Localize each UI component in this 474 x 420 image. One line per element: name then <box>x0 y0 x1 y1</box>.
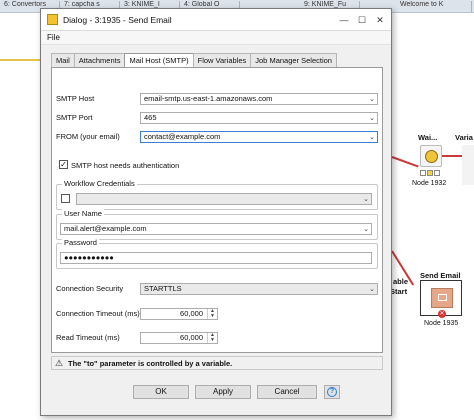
chevron-down-icon[interactable]: ⌄ <box>369 285 375 295</box>
chevron-down-icon[interactable]: ⌄ <box>369 133 375 142</box>
send-email-dialog: Dialog - 3:1935 - Send Email — ☐ ✕ File … <box>40 8 392 416</box>
connection-timeout-label: Connection Timeout (ms) <box>56 309 140 318</box>
wait-node[interactable] <box>420 145 442 167</box>
tab-flow-variables[interactable]: Flow Variables <box>192 53 252 67</box>
variable-node-partial[interactable] <box>462 145 474 185</box>
smtp-port-value: 465 <box>144 113 157 122</box>
maximize-icon[interactable]: ☐ <box>353 12 371 28</box>
help-button[interactable]: ? <box>324 385 340 399</box>
editor-tab[interactable]: Welcome to K <box>398 1 472 12</box>
error-icon: ✕ <box>438 310 446 318</box>
from-email-value: contact@example.com <box>144 132 221 141</box>
user-name-title: User Name <box>62 209 104 218</box>
node-title: Send Email <box>420 271 461 280</box>
connection-security-label: Connection Security <box>56 284 124 293</box>
chevron-down-icon: ⌄ <box>363 196 369 203</box>
connection-timeout-value: 60,000 <box>180 309 203 318</box>
minimize-icon[interactable]: — <box>335 12 353 28</box>
apply-button[interactable]: Apply <box>195 385 251 399</box>
smtp-auth-checkbox[interactable]: ✓ <box>59 160 68 169</box>
tab-job-manager-selection[interactable]: Job Manager Selection <box>250 53 337 67</box>
cancel-button[interactable]: Cancel <box>257 385 317 399</box>
node-title: Varia <box>455 133 473 142</box>
workflow-credentials-title: Workflow Credentials <box>62 179 137 188</box>
chevron-down-icon[interactable]: ⌄ <box>369 114 375 123</box>
workflow-credentials-checkbox[interactable] <box>61 194 70 203</box>
knime-app-icon <box>47 14 58 25</box>
user-name-input[interactable]: mail.alert@example.com ⌄ <box>60 223 372 235</box>
tab-mail[interactable]: Mail <box>51 53 75 67</box>
clock-icon <box>425 150 438 163</box>
read-timeout-spinner[interactable]: 60,000 ▲ ▼ <box>140 332 218 344</box>
connection-line <box>0 59 40 61</box>
password-input[interactable]: ●●●●●●●●●●● <box>60 252 372 264</box>
close-icon[interactable]: ✕ <box>371 12 389 28</box>
smtp-auth-label: SMTP host needs authentication <box>71 161 180 170</box>
dialog-tabs: Mail Attachments Mail Host (SMTP) Flow V… <box>51 53 337 68</box>
smtp-settings-panel: SMTP Host email-smtp.us-east-1.amazonaws… <box>51 67 383 353</box>
warning-text: The "to" parameter is controlled by a va… <box>68 359 233 368</box>
node-title: Wai... <box>418 133 438 142</box>
smtp-host-value: email-smtp.us-east-1.amazonaws.com <box>144 94 273 103</box>
dialog-title: Dialog - 3:1935 - Send Email <box>63 15 172 25</box>
smtp-host-input[interactable]: email-smtp.us-east-1.amazonaws.com ⌄ <box>140 93 378 105</box>
read-timeout-label: Read Timeout (ms) <box>56 333 120 342</box>
warning-icon: ⚠ <box>55 358 64 368</box>
warning-bar: ⚠ The "to" parameter is controlled by a … <box>51 356 383 370</box>
side-label: able <box>393 277 409 286</box>
send-email-node[interactable]: ✕ <box>420 280 462 318</box>
read-timeout-value: 60,000 <box>180 333 203 342</box>
send-email-node-body <box>431 288 453 308</box>
dialog-titlebar[interactable]: Dialog - 3:1935 - Send Email — ☐ ✕ <box>41 9 391 31</box>
smtp-port-label: SMTP Port <box>56 113 93 122</box>
menu-bar: File <box>41 31 391 45</box>
node-status-lights <box>420 170 440 176</box>
smtp-port-input[interactable]: 465 ⌄ <box>140 112 378 124</box>
chevron-down-icon[interactable]: ⌄ <box>363 225 369 234</box>
side-label: Start <box>390 287 408 296</box>
node-id-label: Node 1932 <box>412 180 447 187</box>
user-name-value: mail.alert@example.com <box>64 224 147 233</box>
help-icon: ? <box>327 387 337 397</box>
connection-security-value: STARTTLS <box>144 284 182 293</box>
node-id-label: Node 1935 <box>424 320 459 327</box>
tab-attachments[interactable]: Attachments <box>73 53 126 67</box>
menu-file[interactable]: File <box>47 33 60 42</box>
password-title: Password <box>62 238 99 247</box>
connection-security-select[interactable]: STARTTLS ⌄ <box>140 283 378 295</box>
tab-mail-host-smtp[interactable]: Mail Host (SMTP) <box>124 53 194 68</box>
workflow-credentials-select: ⌄ <box>76 193 372 205</box>
envelope-icon <box>438 294 447 301</box>
connection-timeout-spinner[interactable]: 60,000 ▲ ▼ <box>140 308 218 320</box>
chevron-down-icon[interactable]: ⌄ <box>369 95 375 104</box>
ok-button[interactable]: OK <box>133 385 189 399</box>
spinner-arrows-icon[interactable]: ▲ ▼ <box>207 333 217 343</box>
from-email-input[interactable]: contact@example.com ⌄ <box>140 131 378 143</box>
spinner-arrows-icon[interactable]: ▲ ▼ <box>207 309 217 319</box>
from-label: FROM (your email) <box>56 132 120 141</box>
password-value: ●●●●●●●●●●● <box>64 253 114 262</box>
smtp-host-label: SMTP Host <box>56 94 95 103</box>
